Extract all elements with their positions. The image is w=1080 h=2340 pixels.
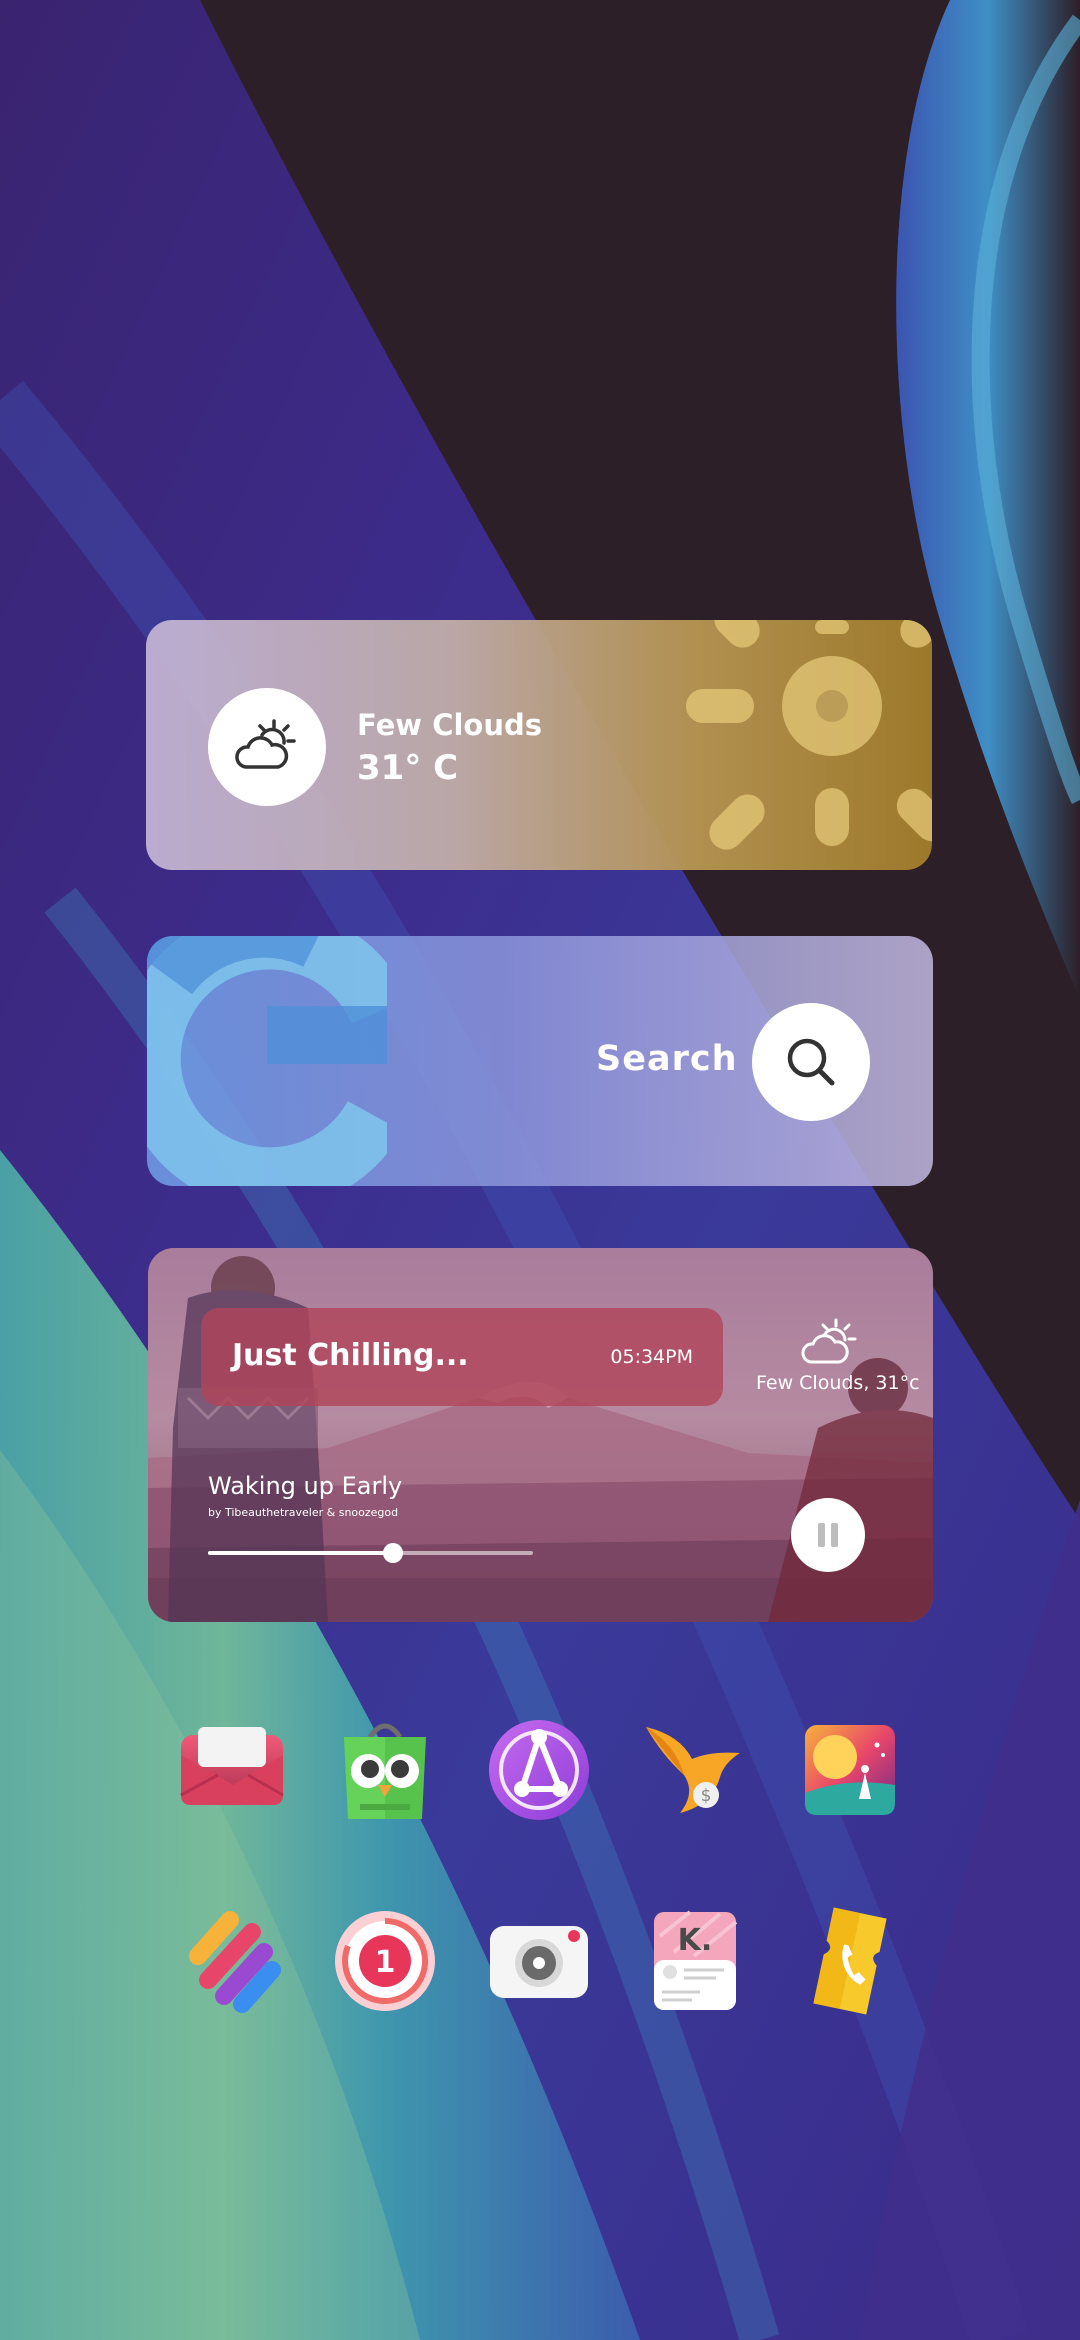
mail-envelope-icon xyxy=(180,1727,284,1805)
app-sunset-art[interactable] xyxy=(795,1715,905,1825)
search-label: Search xyxy=(596,1039,738,1079)
network-nodes-icon xyxy=(489,1720,589,1820)
pause-button[interactable] xyxy=(791,1498,865,1572)
banner-title: Just Chilling... xyxy=(232,1338,469,1373)
app-ticket-phone[interactable] xyxy=(795,1906,905,2016)
app-owl-shop[interactable] xyxy=(330,1715,440,1825)
app-bird-money[interactable]: $ xyxy=(640,1715,750,1825)
weather-widget[interactable]: Few Clouds 31° C xyxy=(146,620,932,870)
stripes-app-icon xyxy=(189,1911,281,2013)
song-title: Waking up Early xyxy=(208,1472,403,1500)
home-screen: Few Clouds 31° C Search Just Chilling...… xyxy=(0,0,1080,2340)
clock-time: 05:34PM xyxy=(610,1346,693,1368)
sunset-art-icon xyxy=(805,1725,895,1815)
google-g-logo xyxy=(147,936,387,1186)
app-camera[interactable] xyxy=(484,1906,594,2016)
weather-icon-circle xyxy=(208,688,326,806)
ticket-phone-icon xyxy=(813,1907,887,2015)
music-banner: Just Chilling... 05:34PM xyxy=(201,1308,723,1406)
partly-cloudy-icon xyxy=(235,719,296,769)
app-one-badge[interactable]: 1 xyxy=(330,1906,440,2016)
app-stripes[interactable] xyxy=(178,1906,288,2016)
bird-money-icon: $ xyxy=(646,1727,740,1813)
svg-text:K.: K. xyxy=(678,1923,713,1958)
weather-temperature: 31° C xyxy=(357,748,459,788)
app-network[interactable] xyxy=(484,1715,594,1825)
number-one-badge-icon: 1 xyxy=(335,1911,435,2011)
svg-text:1: 1 xyxy=(375,1945,396,1980)
partly-cloudy-icon xyxy=(801,1318,857,1364)
song-artist: by Tibeauthetraveler & snoozegod xyxy=(208,1506,399,1519)
owl-shopping-bag-icon xyxy=(344,1723,426,1819)
app-receipt[interactable]: K. xyxy=(640,1906,750,2016)
progress-bar[interactable] xyxy=(208,1543,533,1563)
progress-fill xyxy=(208,1551,394,1555)
pause-icon xyxy=(818,1523,838,1547)
weather-condition: Few Clouds xyxy=(357,708,543,742)
app-mail[interactable] xyxy=(178,1715,288,1825)
search-button[interactable] xyxy=(752,1003,870,1121)
search-widget[interactable]: Search xyxy=(147,936,933,1186)
camera-icon xyxy=(490,1926,588,1998)
search-icon xyxy=(787,1038,835,1086)
receipt-k-icon: K. xyxy=(654,1910,738,2010)
music-weather-text: Few Clouds, 31°c xyxy=(756,1372,920,1394)
svg-text:$: $ xyxy=(701,1786,712,1806)
music-widget[interactable]: Just Chilling... 05:34PM Few Clouds, 31°… xyxy=(148,1248,933,1622)
